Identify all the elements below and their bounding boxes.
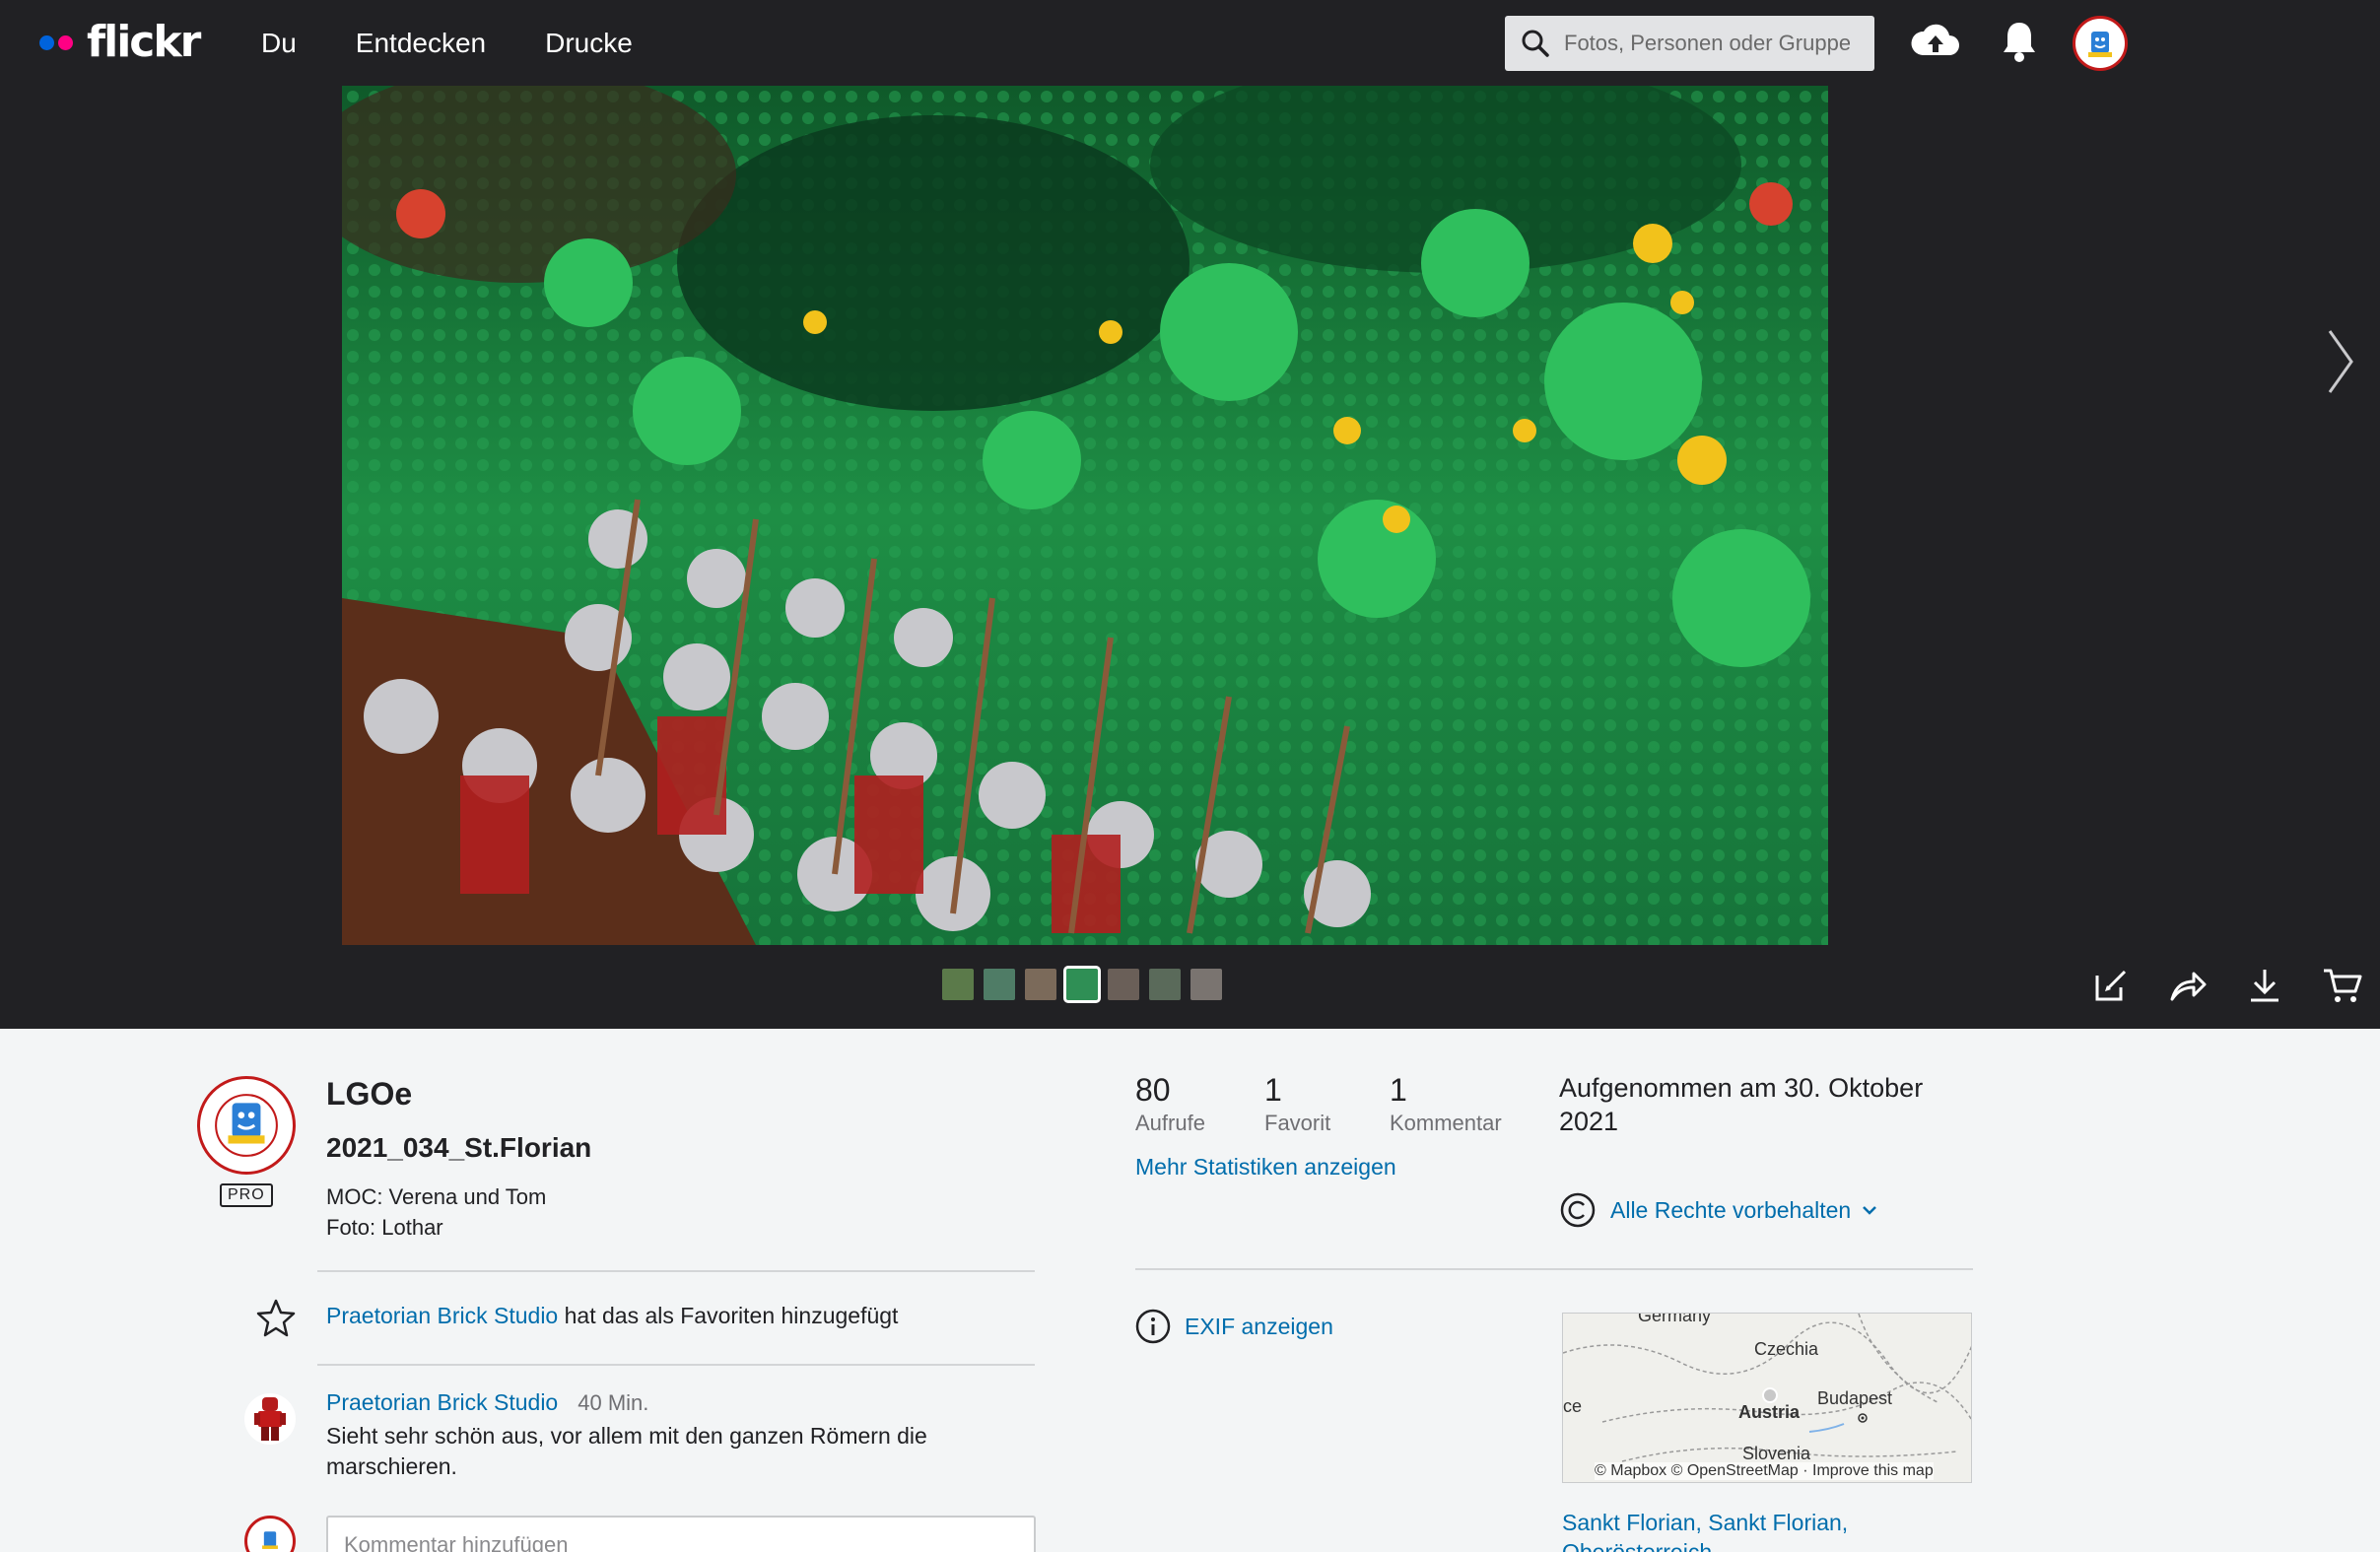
lgoe-logo-icon bbox=[262, 1531, 278, 1549]
thumbnail-current[interactable] bbox=[1063, 966, 1101, 1003]
photo-info: PRO LGOe 2021_034_St.Florian MOC: Verena… bbox=[0, 1029, 2380, 1552]
main-photo[interactable] bbox=[342, 86, 1828, 945]
comment-time[interactable]: 40 Min. bbox=[578, 1390, 648, 1415]
map-label-edge: ce bbox=[1563, 1396, 1583, 1416]
description-line: Foto: Lothar bbox=[326, 1215, 443, 1240]
copyright-icon bbox=[1560, 1192, 1596, 1228]
comment-input[interactable] bbox=[326, 1516, 1036, 1552]
favorite-activity-text: hat das als Favoriten hinzugefügt bbox=[564, 1303, 899, 1328]
map-label-austria: Austria bbox=[1738, 1402, 1801, 1422]
thumbnail[interactable] bbox=[1025, 969, 1056, 1000]
exif-link-row[interactable]: EXIF anzeigen bbox=[1135, 1309, 1333, 1344]
owner-avatar[interactable] bbox=[197, 1076, 296, 1175]
stat-label: Kommentar bbox=[1390, 1111, 1502, 1135]
comment-author-link[interactable]: Praetorian Brick Studio bbox=[326, 1389, 558, 1415]
divider bbox=[317, 1270, 1035, 1272]
lgoe-logo-icon bbox=[2088, 32, 2112, 57]
stat-label: Favorit bbox=[1264, 1111, 1331, 1135]
search-icon bbox=[1522, 30, 1549, 57]
location-line: Sankt Florian, Sankt Florian, bbox=[1562, 1510, 1849, 1535]
comment-header: Praetorian Brick Studio 40 Min. bbox=[326, 1389, 648, 1416]
license-selector[interactable]: Alle Rechte vorbehalten bbox=[1559, 1191, 1878, 1229]
logo-pink-dot bbox=[58, 34, 73, 50]
nav-link-entdecken[interactable]: Entdecken bbox=[356, 28, 486, 59]
stat-value: 80 bbox=[1135, 1072, 1171, 1108]
commenter-avatar[interactable] bbox=[244, 1393, 296, 1445]
photo-action-bar bbox=[2091, 966, 2363, 1005]
more-stats-link[interactable]: Mehr Statistiken anzeigen bbox=[1135, 1154, 1396, 1181]
cart-icon[interactable] bbox=[2322, 966, 2363, 1005]
photostream-thumbnails bbox=[942, 966, 1222, 1003]
main-menu: Du Entdecken Drucke bbox=[261, 0, 633, 86]
thumbnail[interactable] bbox=[984, 969, 1015, 1000]
user-avatar[interactable] bbox=[2073, 16, 2128, 71]
description-line: MOC: Verena und Tom bbox=[326, 1184, 547, 1209]
map-label-czechia: Czechia bbox=[1754, 1339, 1819, 1359]
thumbnail[interactable] bbox=[942, 969, 974, 1000]
edit-icon[interactable] bbox=[2091, 966, 2131, 1005]
divider bbox=[317, 1364, 1035, 1366]
favorite-activity: Praetorian Brick Studio hat das als Favo… bbox=[326, 1303, 898, 1329]
exif-link[interactable]: EXIF anzeigen bbox=[1185, 1314, 1333, 1340]
top-navigation: flickr Du Entdecken Drucke bbox=[0, 0, 2380, 86]
owner-name[interactable]: LGOe bbox=[326, 1076, 412, 1113]
thumbnail[interactable] bbox=[1149, 969, 1181, 1000]
nav-link-drucke[interactable]: Drucke bbox=[545, 28, 633, 59]
stat-views: 80 Aufrufe bbox=[1135, 1072, 1205, 1136]
chevron-down-icon bbox=[1863, 1206, 1877, 1215]
lego-diorama-image bbox=[342, 86, 1828, 945]
stat-label: Aufrufe bbox=[1135, 1111, 1205, 1135]
flickr-logo[interactable]: flickr bbox=[39, 17, 201, 67]
stat-favorites: 1 Favorit bbox=[1264, 1072, 1330, 1136]
photo-title: 2021_034_St.Florian bbox=[326, 1132, 592, 1163]
location-map[interactable]: Germany Czechia Austria Budapest Sloveni… bbox=[1562, 1313, 1972, 1483]
search-bar[interactable] bbox=[1505, 16, 1874, 71]
photo-description: MOC: Verena und Tom Foto: Lothar bbox=[326, 1181, 546, 1243]
date-taken[interactable]: Aufgenommen am 30. Oktober 2021 bbox=[1559, 1071, 1973, 1138]
logo-text: flickr bbox=[87, 17, 201, 67]
favorite-user-link[interactable]: Praetorian Brick Studio bbox=[326, 1303, 558, 1328]
map-attribution[interactable]: © Mapbox © OpenStreetMap · Improve this … bbox=[1595, 1462, 1934, 1480]
location-line: Oberösterreich bbox=[1562, 1539, 1713, 1552]
search-input[interactable] bbox=[1564, 31, 1850, 56]
photo-stage bbox=[0, 86, 2380, 1029]
nav-link-du[interactable]: Du bbox=[261, 28, 297, 59]
stat-value: 1 bbox=[1390, 1072, 1407, 1108]
location-link[interactable]: Sankt Florian, Sankt Florian, Oberösterr… bbox=[1562, 1508, 1848, 1552]
red-minifig-icon bbox=[254, 1397, 286, 1441]
notifications-bell-icon[interactable] bbox=[2001, 20, 2038, 65]
comment-text: Sieht sehr schön aus, vor allem mit den … bbox=[326, 1423, 927, 1479]
license-label[interactable]: Alle Rechte vorbehalten bbox=[1610, 1197, 1851, 1224]
map-label-germany: Germany bbox=[1638, 1313, 1712, 1325]
next-photo-arrow-icon[interactable] bbox=[2326, 327, 2355, 396]
download-icon[interactable] bbox=[2245, 966, 2284, 1005]
map-label-budapest: Budapest bbox=[1817, 1388, 1893, 1408]
star-icon bbox=[256, 1299, 296, 1337]
pro-badge: PRO bbox=[220, 1183, 273, 1207]
thumbnail[interactable] bbox=[1108, 969, 1139, 1000]
lgoe-logo-icon bbox=[215, 1094, 278, 1157]
stat-value: 1 bbox=[1264, 1072, 1282, 1108]
info-icon bbox=[1135, 1309, 1171, 1344]
city-dot-icon bbox=[1858, 1413, 1868, 1423]
divider bbox=[1135, 1268, 1973, 1270]
upload-cloud-icon[interactable] bbox=[1910, 20, 1961, 63]
map-label-slovenia: Slovenia bbox=[1742, 1444, 1811, 1463]
share-icon[interactable] bbox=[2168, 966, 2208, 1005]
stat-comments: 1 Kommentar bbox=[1390, 1072, 1502, 1136]
logo-blue-dot bbox=[39, 34, 54, 50]
map-pin-icon bbox=[1762, 1387, 1778, 1403]
current-user-avatar bbox=[244, 1516, 296, 1552]
thumbnail[interactable] bbox=[1190, 969, 1222, 1000]
